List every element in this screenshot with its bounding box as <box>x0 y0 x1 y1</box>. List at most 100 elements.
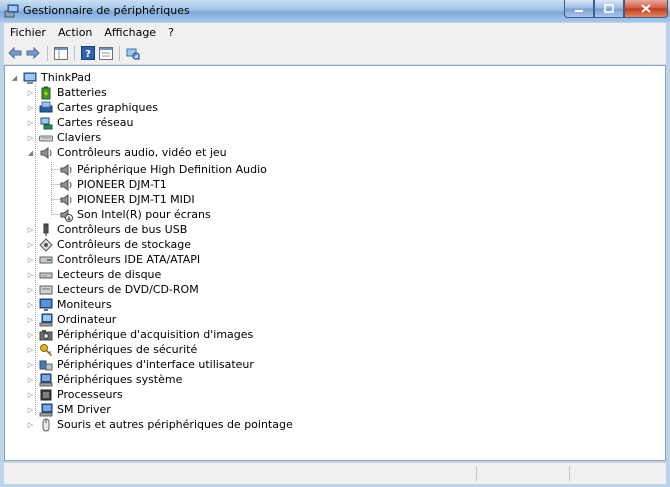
window-title: Gestionnaire de périphériques <box>23 4 190 17</box>
expand-arrow-icon[interactable]: ▷ <box>26 133 35 142</box>
tree-item-processors[interactable]: ▷ Processeurs <box>26 387 123 402</box>
tree-item-computer[interactable]: ▷ Ordinateur <box>26 312 116 327</box>
tree-item-sound-video-game[interactable]: ◢ Contrôleurs audio, vidéo et jeu <box>26 145 227 160</box>
svg-text:?: ? <box>85 49 91 60</box>
menu-bar: Fichier Action Affichage ? <box>4 23 666 42</box>
status-panel <box>476 466 477 481</box>
properties-button[interactable] <box>99 46 113 60</box>
expand-arrow-icon[interactable]: ▷ <box>26 88 35 97</box>
expand-arrow-icon[interactable]: ▷ <box>26 103 35 112</box>
tree-label: PIONEER DJM-T1 <box>77 178 167 191</box>
properties-icon <box>99 46 113 60</box>
expand-arrow-icon[interactable]: ▷ <box>26 390 35 399</box>
tree-item-security-devices[interactable]: ▷ Périphériques de sécurité <box>26 342 197 357</box>
close-icon <box>641 4 651 13</box>
menu-action[interactable]: Action <box>52 26 98 39</box>
forward-button[interactable] <box>26 46 40 60</box>
camera-icon <box>39 329 53 340</box>
back-arrow-icon <box>8 47 22 59</box>
device-manager-window: Gestionnaire de périphériques Fichier Ac… <box>0 0 670 487</box>
tree-label: Périphériques d'interface utilisateur <box>57 358 254 371</box>
tree-item-usb-controllers[interactable]: ▷ Contrôleurs de bus USB <box>26 222 187 237</box>
back-button[interactable] <box>8 46 22 60</box>
expand-arrow-icon[interactable]: ▷ <box>26 225 35 234</box>
minimize-icon <box>575 9 583 12</box>
tree-label: Moniteurs <box>57 298 112 311</box>
usb-icon <box>43 223 49 236</box>
tree-label: Contrôleurs de bus USB <box>57 223 188 236</box>
expand-arrow-icon[interactable]: ▷ <box>26 285 35 294</box>
tree-label: Périphérique High Definition Audio <box>77 163 267 176</box>
help-button[interactable]: ? <box>81 46 95 60</box>
collapse-arrow-icon[interactable]: ◢ <box>10 73 19 82</box>
tree-label: Lecteurs de DVD/CD-ROM <box>57 283 199 296</box>
close-button[interactable] <box>624 0 668 18</box>
expand-arrow-icon[interactable]: ▷ <box>26 118 35 127</box>
tree-label: Son Intel(R) pour écrans <box>77 208 211 221</box>
tree-label: Processeurs <box>57 388 123 401</box>
expand-arrow-icon[interactable]: ▷ <box>26 360 35 369</box>
speaker-icon <box>60 178 72 191</box>
tree-label: SM Driver <box>57 403 111 416</box>
tree-item-display-adapters[interactable]: ▷ Cartes graphiques <box>26 100 158 115</box>
expand-arrow-icon[interactable]: ▷ <box>26 270 35 279</box>
computer-icon <box>23 72 37 84</box>
expand-arrow-icon[interactable]: ▷ <box>26 330 35 339</box>
expand-arrow-icon[interactable]: ▷ <box>26 255 35 264</box>
expand-arrow-icon[interactable]: ▷ <box>26 300 35 309</box>
tree-item-keyboards[interactable]: ▷ Claviers <box>26 130 101 145</box>
tree-item-batteries[interactable]: ▷ Batteries <box>26 85 107 100</box>
speaker-warning-icon <box>60 208 73 222</box>
expand-arrow-icon[interactable]: ▷ <box>26 405 35 414</box>
tree-item-mice[interactable]: ▷ Souris et autres périphériques de poin… <box>26 417 293 432</box>
menu-help[interactable]: ? <box>162 26 180 39</box>
processor-icon <box>40 389 52 400</box>
tree-item-imaging-devices[interactable]: ▷ Périphérique d'acquisition d'images <box>26 327 253 342</box>
tree-item-system-devices[interactable]: ▷ Périphériques système <box>26 372 182 387</box>
tree-item-storage-controllers[interactable]: ▷ Contrôleurs de stockage <box>26 237 191 252</box>
status-bar <box>4 462 666 484</box>
tree-item-dvd-drives[interactable]: ▷ Lecteurs de DVD/CD-ROM <box>26 282 199 297</box>
menu-affichage[interactable]: Affichage <box>98 26 162 39</box>
forward-arrow-icon <box>26 47 40 59</box>
minimize-button[interactable] <box>564 0 594 18</box>
scan-hardware-changes-button[interactable] <box>126 46 140 60</box>
maximize-button[interactable] <box>594 0 624 18</box>
system-device-icon <box>39 373 53 386</box>
computer-icon <box>39 313 53 326</box>
collapse-arrow-icon[interactable]: ◢ <box>26 148 35 157</box>
tree-item-network-adapters[interactable]: ▷ Cartes réseau <box>26 115 134 130</box>
keyboard-icon <box>39 135 53 141</box>
tree-item-human-interface-devices[interactable]: ▷ Périphériques d'interface utilisateur <box>26 357 254 372</box>
speaker-icon <box>40 146 52 159</box>
tree-root-thinkpad[interactable]: ◢ ThinkPad <box>10 70 91 85</box>
tree-label: Périphériques système <box>57 373 183 386</box>
tree-item-monitors[interactable]: ▷ Moniteurs <box>26 297 112 312</box>
scan-hardware-icon <box>126 48 140 60</box>
tree-item-hd-audio[interactable]: Périphérique High Definition Audio <box>59 162 267 177</box>
tree-item-intel-display-audio[interactable]: Son Intel(R) pour écrans <box>59 207 211 222</box>
help-icon: ? <box>81 46 95 60</box>
key-icon <box>40 343 53 356</box>
tree-item-pioneer-djm-t1[interactable]: PIONEER DJM-T1 <box>59 177 167 192</box>
tree-label: Cartes graphiques <box>57 101 158 114</box>
tree-item-disk-drives[interactable]: ▷ Lecteurs de disque <box>26 267 162 282</box>
dvd-drive-icon <box>39 285 53 294</box>
mouse-icon <box>42 418 50 431</box>
expand-arrow-icon[interactable]: ▷ <box>26 420 35 429</box>
expand-arrow-icon[interactable]: ▷ <box>26 240 35 249</box>
tree-label: Périphérique d'acquisition d'images <box>57 328 254 341</box>
show-hide-console-tree-button[interactable] <box>54 46 68 60</box>
expand-arrow-icon[interactable]: ▷ <box>26 375 35 384</box>
expand-arrow-icon[interactable]: ▷ <box>26 315 35 324</box>
tree-item-ide-controllers[interactable]: ▷ Contrôleurs IDE ATA/ATAPI <box>26 252 200 267</box>
tree-item-sm-driver[interactable]: ▷ SM Driver <box>26 402 111 417</box>
title-bar[interactable]: Gestionnaire de périphériques <box>0 0 670 22</box>
tree-label: Souris et autres périphériques de pointa… <box>57 418 293 431</box>
tree-item-pioneer-djm-t1-midi[interactable]: PIONEER DJM-T1 MIDI <box>59 192 195 207</box>
storage-controller-icon <box>39 237 53 252</box>
status-panel <box>569 466 570 481</box>
tree-label: Périphériques de sécurité <box>57 343 198 356</box>
menu-fichier[interactable]: Fichier <box>4 26 52 39</box>
expand-arrow-icon[interactable]: ▷ <box>26 345 35 354</box>
